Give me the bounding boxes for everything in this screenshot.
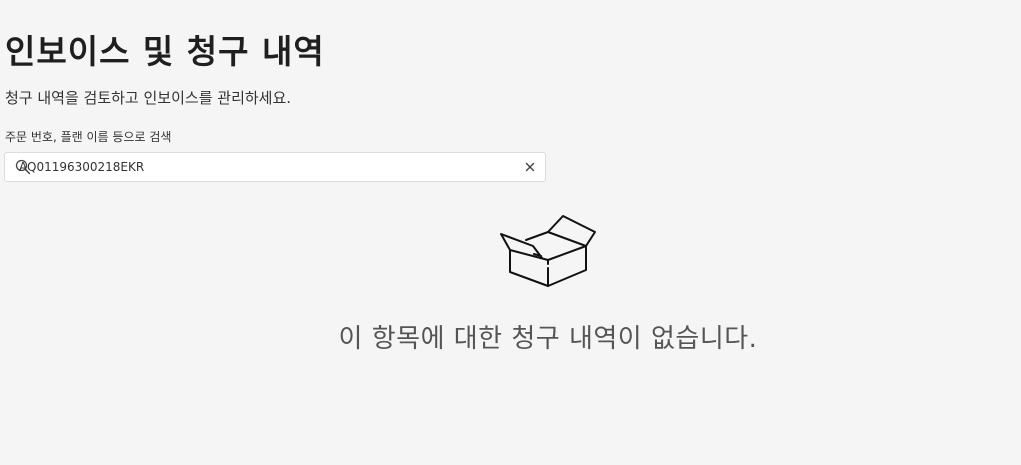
empty-state-message: 이 항목에 대한 청구 내역이 없습니다. [338,324,758,354]
search-field[interactable] [4,152,546,182]
open-box-icon [500,215,596,287]
close-icon[interactable] [523,160,537,174]
search-label: 주문 번호, 플랜 이름 등으로 검색 [5,130,172,144]
billing-page: 인보이스 및 청구 내역 청구 내역을 검토하고 인보이스를 관리하세요. 주문… [0,0,1021,465]
page-title: 인보이스 및 청구 내역 [5,32,325,71]
page-subtitle: 청구 내역을 검토하고 인보이스를 관리하세요. [5,89,292,107]
search-input[interactable] [19,153,519,181]
